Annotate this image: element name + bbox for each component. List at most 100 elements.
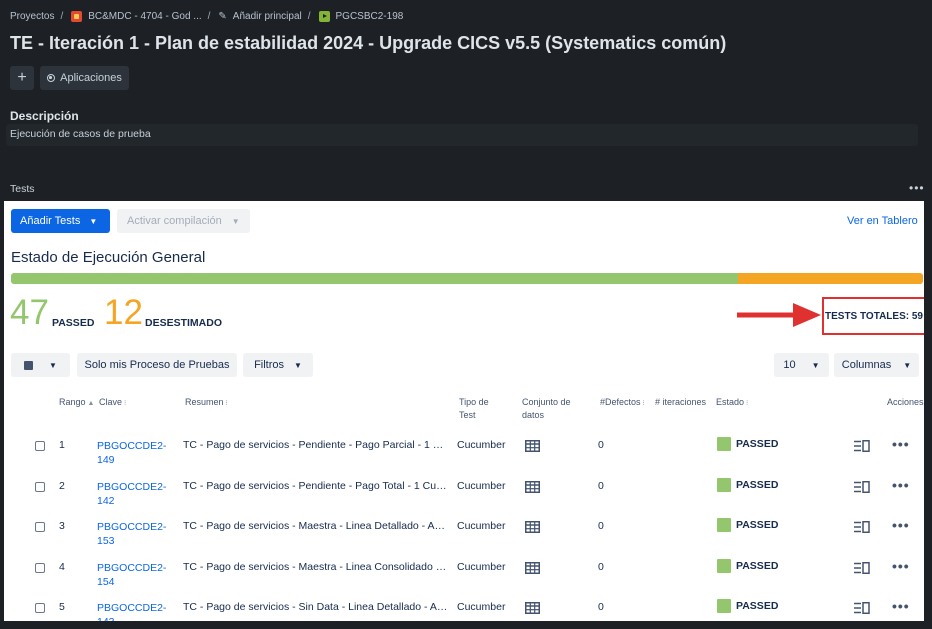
status-color-swatch [717, 559, 731, 573]
row-defects: 0 [598, 520, 604, 532]
row-summary[interactable]: TC - Pago de servicios - Maestra - Linea… [183, 520, 448, 532]
row-test-type: Cucumber [457, 520, 506, 532]
chevron-down-icon: ▼ [903, 360, 912, 370]
row-checkbox[interactable] [35, 441, 45, 451]
row-actions-more-icon[interactable]: ••• [892, 598, 910, 614]
column-header-actions: Acciones [887, 397, 924, 407]
columns-button[interactable]: Columnas ▼ [834, 353, 919, 377]
row-summary[interactable]: TC - Pago de servicios - Maestra - Linea… [183, 561, 448, 573]
chevron-down-icon: ▼ [89, 216, 98, 226]
row-test-type: Cucumber [457, 480, 506, 492]
details-icon[interactable] [854, 521, 870, 536]
row-key-link[interactable]: PBGOCCDE2-142 [97, 480, 169, 508]
row-defects: 0 [598, 439, 604, 451]
row-defects: 0 [598, 561, 604, 573]
column-header-defects[interactable]: #Defectos ⁝ [600, 396, 645, 410]
row-rank: 5 [59, 601, 65, 613]
row-checkbox[interactable] [35, 563, 45, 573]
activate-build-button[interactable]: Activar compilación ▼ [117, 209, 250, 233]
breadcrumb-add-parent[interactable]: ✎ Añadir principal [218, 11, 301, 22]
column-header-rank[interactable]: Rango ▲ [59, 396, 94, 410]
status-color-swatch [717, 518, 731, 532]
page-size-select[interactable]: 10 ▼ [774, 353, 829, 377]
row-key-link[interactable]: PBGOCCDE2-143 [97, 601, 169, 621]
dataset-table-icon[interactable] [525, 521, 540, 536]
chevron-down-icon: ▼ [294, 360, 302, 370]
filters-button[interactable]: Filtros ▼ [243, 353, 313, 377]
breadcrumb-issue[interactable]: PGCSBC2-198 [318, 10, 403, 22]
progress-passed-segment [11, 273, 738, 284]
row-checkbox[interactable] [35, 603, 45, 613]
row-checkbox[interactable] [35, 522, 45, 532]
table-row[interactable]: 5 PBGOCCDE2-143 TC - Pago de servicios - S… [4, 595, 924, 621]
description-label: Descripción [10, 109, 79, 123]
table-row[interactable]: 3 PBGOCCDE2-153 TC - Pago de servicios - M… [4, 514, 924, 554]
column-header-dataset[interactable]: Conjunto de datos [522, 396, 582, 422]
pencil-icon: ✎ [218, 10, 227, 22]
table-row[interactable]: 4 PBGOCCDE2-154 TC - Pago de servicios - M… [4, 555, 924, 595]
breadcrumb-projects[interactable]: Proyectos [10, 11, 54, 22]
execution-progress-bar [11, 273, 923, 284]
row-checkbox[interactable] [35, 482, 45, 492]
row-test-type: Cucumber [457, 601, 506, 613]
description-field[interactable]: Ejecución de casos de prueba [6, 124, 918, 146]
add-button[interactable]: + [10, 66, 34, 90]
table-row[interactable]: 2 PBGOCCDE2-142 TC - Pago de servicios - P… [4, 474, 924, 514]
status-badge[interactable]: PASSED [717, 437, 778, 451]
sort-icon: ⁝ [225, 400, 228, 407]
row-rank: 1 [59, 439, 65, 451]
dataset-table-icon[interactable] [525, 440, 540, 455]
total-tests-badge: TESTS TOTALES: 59 [822, 297, 924, 335]
row-actions-more-icon[interactable]: ••• [892, 436, 910, 452]
dataset-table-icon[interactable] [525, 602, 540, 617]
chevron-down-icon: ▼ [231, 216, 240, 226]
dataset-table-icon[interactable] [525, 481, 540, 496]
column-header-type[interactable]: Tipo de Test [459, 396, 505, 422]
row-actions-more-icon[interactable]: ••• [892, 558, 910, 574]
passed-count: 47 [10, 293, 49, 332]
column-header-status[interactable]: Estado ⁝ [716, 396, 748, 410]
view-board-link[interactable]: Ver en Tablero [847, 215, 918, 227]
row-defects: 0 [598, 480, 604, 492]
row-key-link[interactable]: PBGOCCDE2-149 [97, 439, 169, 467]
status-badge[interactable]: PASSED [717, 599, 778, 613]
row-key-link[interactable]: PBGOCCDE2-154 [97, 561, 169, 589]
row-summary[interactable]: TC - Pago de servicios - Pendiente - Pag… [183, 480, 448, 492]
apps-button[interactable]: Aplicaciones [40, 66, 129, 90]
details-icon[interactable] [854, 440, 870, 455]
column-header-key[interactable]: Clave ⁝ [99, 396, 126, 410]
status-badge[interactable]: PASSED [717, 559, 778, 573]
row-actions-more-icon[interactable]: ••• [892, 477, 910, 493]
passed-label: PASSED [52, 317, 95, 329]
status-badge[interactable]: PASSED [717, 518, 778, 532]
details-icon[interactable] [854, 562, 870, 577]
breadcrumb-separator: / [60, 10, 64, 22]
select-all-dropdown[interactable]: ▼ [11, 353, 70, 377]
row-summary[interactable]: TC - Pago de servicios - Pendiente - Pag… [183, 439, 448, 451]
row-key-link[interactable]: PBGOCCDE2-153 [97, 520, 169, 548]
breadcrumb-project[interactable]: BC&MDC - 4704 - God ... [71, 10, 202, 22]
details-icon[interactable] [854, 602, 870, 617]
column-header-iterations[interactable]: # iteraciones [655, 396, 709, 409]
chevron-down-icon: ▼ [811, 360, 820, 370]
row-rank: 3 [59, 520, 65, 532]
dataset-table-icon[interactable] [525, 562, 540, 577]
more-options-icon[interactable]: ••• [909, 181, 925, 195]
row-actions-more-icon[interactable]: ••• [892, 517, 910, 533]
tests-panel: Añadir Tests ▼ Activar compilación ▼ Ver e… [4, 201, 924, 621]
sort-icon: ⁝ [642, 400, 645, 407]
column-header-summary[interactable]: Resumen ⁝ [185, 396, 228, 410]
status-color-swatch [717, 599, 731, 613]
status-badge[interactable]: PASSED [717, 478, 778, 492]
checkbox-icon [24, 360, 34, 370]
table-row[interactable]: 1 PBGOCCDE2-149 TC - Pago de servicios - P… [4, 433, 924, 473]
row-defects: 0 [598, 601, 604, 613]
only-mine-button[interactable]: Solo mis Proceso de Pruebas [77, 353, 237, 377]
add-tests-button[interactable]: Añadir Tests ▼ [11, 209, 110, 233]
details-icon[interactable] [854, 481, 870, 496]
dismissed-label: DESESTIMADO [145, 317, 223, 329]
row-summary[interactable]: TC - Pago de servicios - Sin Data - Line… [183, 601, 448, 613]
chevron-down-icon: ▼ [49, 360, 57, 370]
page-title[interactable]: TE - Iteración 1 - Plan de estabilidad 2… [10, 33, 726, 54]
apps-icon [47, 74, 56, 82]
